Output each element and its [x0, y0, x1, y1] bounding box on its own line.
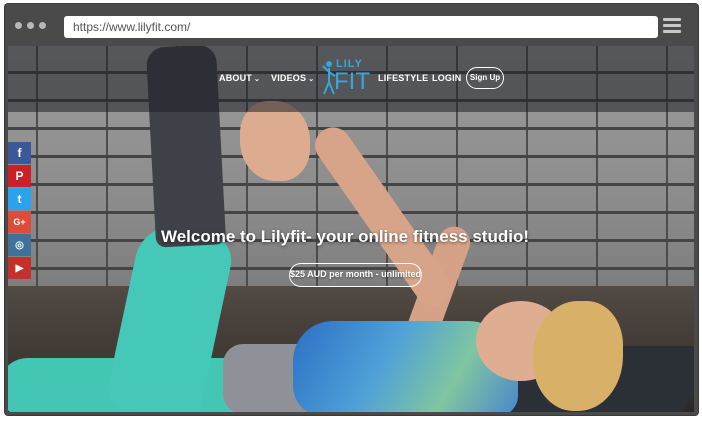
window-dot-icon[interactable]: [15, 22, 22, 29]
nav-videos[interactable]: VIDEOS ⌄: [271, 73, 314, 83]
facebook-icon[interactable]: f: [8, 142, 31, 164]
nav-login[interactable]: LOGIN: [432, 73, 462, 83]
hero-title: Welcome to Lilyfit- your online fitness …: [160, 227, 530, 246]
nav-about-label: ABOUT: [219, 73, 252, 83]
address-bar[interactable]: https://www.lilyfit.com/: [64, 16, 658, 38]
logo-text-bottom: FIT: [334, 68, 370, 95]
youtube-icon[interactable]: ▶: [8, 257, 31, 279]
menu-icon[interactable]: [663, 18, 681, 34]
social-share-bar: f P t G+ ◎ ▶: [8, 142, 32, 280]
pinterest-icon[interactable]: P: [8, 165, 31, 187]
signup-button[interactable]: Sign Up: [466, 67, 504, 89]
window-dot-icon[interactable]: [27, 22, 34, 29]
window-dot-icon[interactable]: [39, 22, 46, 29]
main-nav: ABOUT ⌄ VIDEOS ⌄ LILY FIT LIFESTYLE LOGIN …: [8, 46, 694, 112]
lilyfit-logo[interactable]: LILY FIT: [322, 56, 374, 102]
subscribe-button[interactable]: $25 AUD per month - unlimited: [289, 263, 422, 287]
nav-about[interactable]: ABOUT ⌄: [219, 73, 260, 83]
window-controls: [15, 22, 46, 29]
chevron-down-icon: ⌄: [308, 76, 315, 83]
nav-lifestyle[interactable]: LIFESTYLE: [378, 73, 428, 83]
browser-window: https://www.lilyfit.com/ ABOUT ⌄ VIDEOS ⌄: [5, 4, 698, 415]
chevron-down-icon: ⌄: [254, 76, 261, 83]
twitter-icon[interactable]: t: [8, 188, 31, 210]
hero-person-hand: [240, 101, 310, 181]
nav-videos-label: VIDEOS: [271, 73, 307, 83]
page-viewport: ABOUT ⌄ VIDEOS ⌄ LILY FIT LIFESTYLE LOGIN …: [8, 46, 694, 412]
hero-person-hair: [533, 301, 623, 411]
